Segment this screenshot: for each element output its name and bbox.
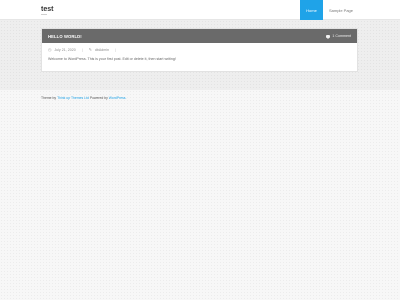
post-card: HELLO WORLD! 1 Comment ◷ July 21, 2020 |… xyxy=(41,28,358,72)
footer-prefix: Theme by xyxy=(41,96,57,100)
wordpress-link[interactable]: WordPress. xyxy=(109,96,127,100)
footer-middle: Powered by xyxy=(89,96,108,100)
meta-divider: | xyxy=(115,47,116,52)
site-footer: Theme by Think up Themes Ltd Powered by … xyxy=(41,96,126,100)
pencil-icon: ✎ xyxy=(88,48,92,52)
post-date[interactable]: July 21, 2020 xyxy=(54,48,75,52)
post-meta: ◷ July 21, 2020 | ✎ dbAdmin | xyxy=(42,43,357,53)
post-author[interactable]: dbAdmin xyxy=(95,48,109,52)
clock-icon: ◷ xyxy=(48,48,52,52)
post-content: Welcome to WordPress. This is your first… xyxy=(48,57,176,61)
site-tagline xyxy=(41,14,47,15)
nav-item-home[interactable]: Home xyxy=(300,0,323,20)
site-header: test Home Sample Page xyxy=(0,0,400,20)
post-title[interactable]: HELLO WORLD! xyxy=(48,34,82,39)
comments-count: 1 Comment xyxy=(332,34,351,38)
comment-icon xyxy=(326,34,331,39)
site-title[interactable]: test xyxy=(41,6,53,13)
meta-divider: | xyxy=(81,47,83,52)
theme-link[interactable]: Think up Themes Ltd xyxy=(57,96,89,100)
comments-link[interactable]: 1 Comment xyxy=(326,34,351,39)
nav-item-sample-page[interactable]: Sample Page xyxy=(323,0,359,20)
main-nav: Home Sample Page xyxy=(300,0,359,20)
post-header: HELLO WORLD! 1 Comment xyxy=(42,29,357,43)
